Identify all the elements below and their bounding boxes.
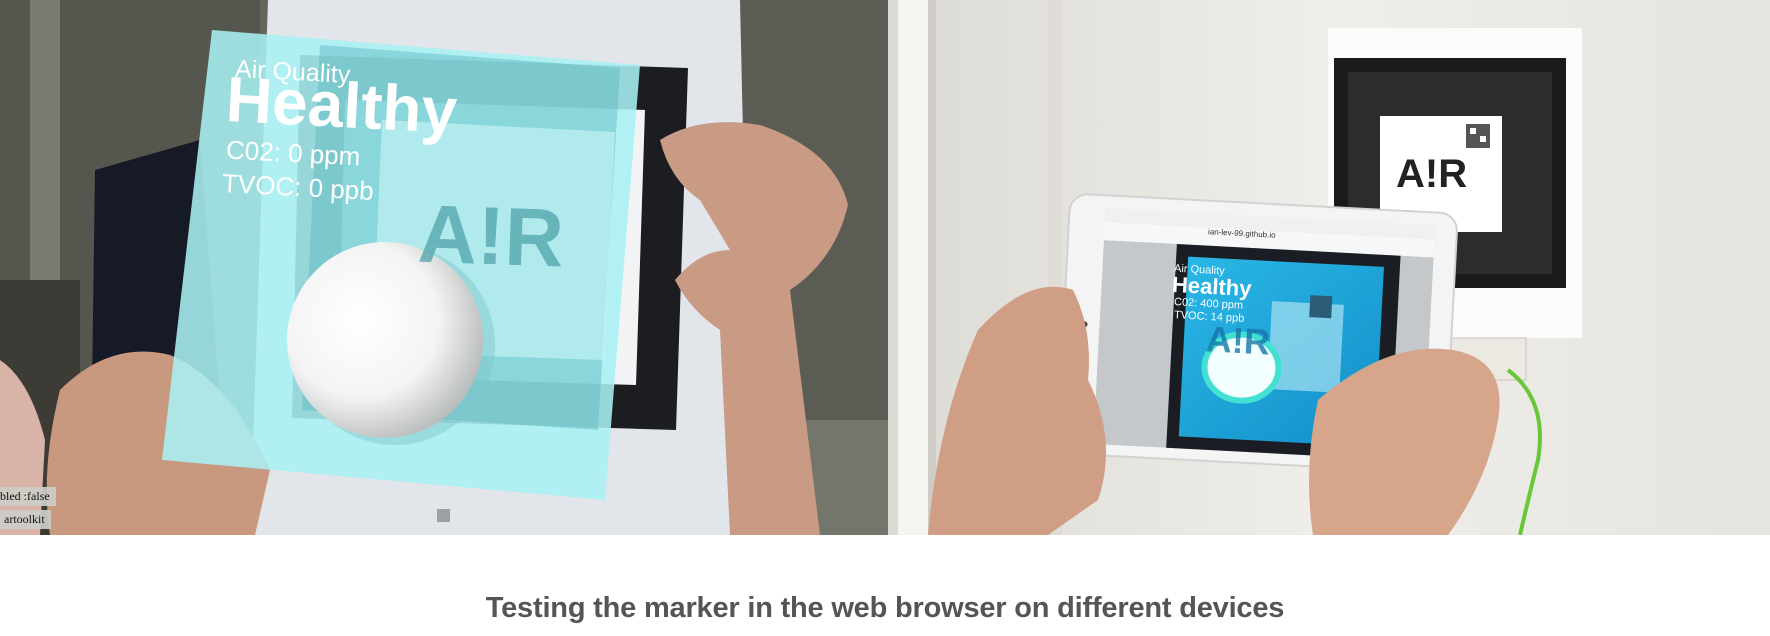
tablet-scene — [888, 0, 1770, 535]
figure-caption: Testing the marker in the web browser on… — [485, 592, 1285, 624]
debug-tracker-label: artoolkit — [0, 510, 51, 529]
marker-logo: A!R — [416, 188, 566, 285]
webcam-ar-photo: Air Quality Healthy C02: 0 ppm TVOC: 0 p… — [0, 0, 888, 535]
debug-enabled-label: bled :false — [0, 487, 56, 506]
overlay-status: Healthy — [224, 62, 459, 148]
tablet-screen-marker-logo: A!R — [1204, 318, 1272, 363]
wall-marker-logo: A!R — [1396, 152, 1468, 196]
photo-strip: Air Quality Healthy C02: 0 ppm TVOC: 0 p… — [0, 0, 1770, 535]
tablet-ar-photo: A!R ian-lev-99.github.io Air Quality Hea… — [888, 0, 1770, 535]
